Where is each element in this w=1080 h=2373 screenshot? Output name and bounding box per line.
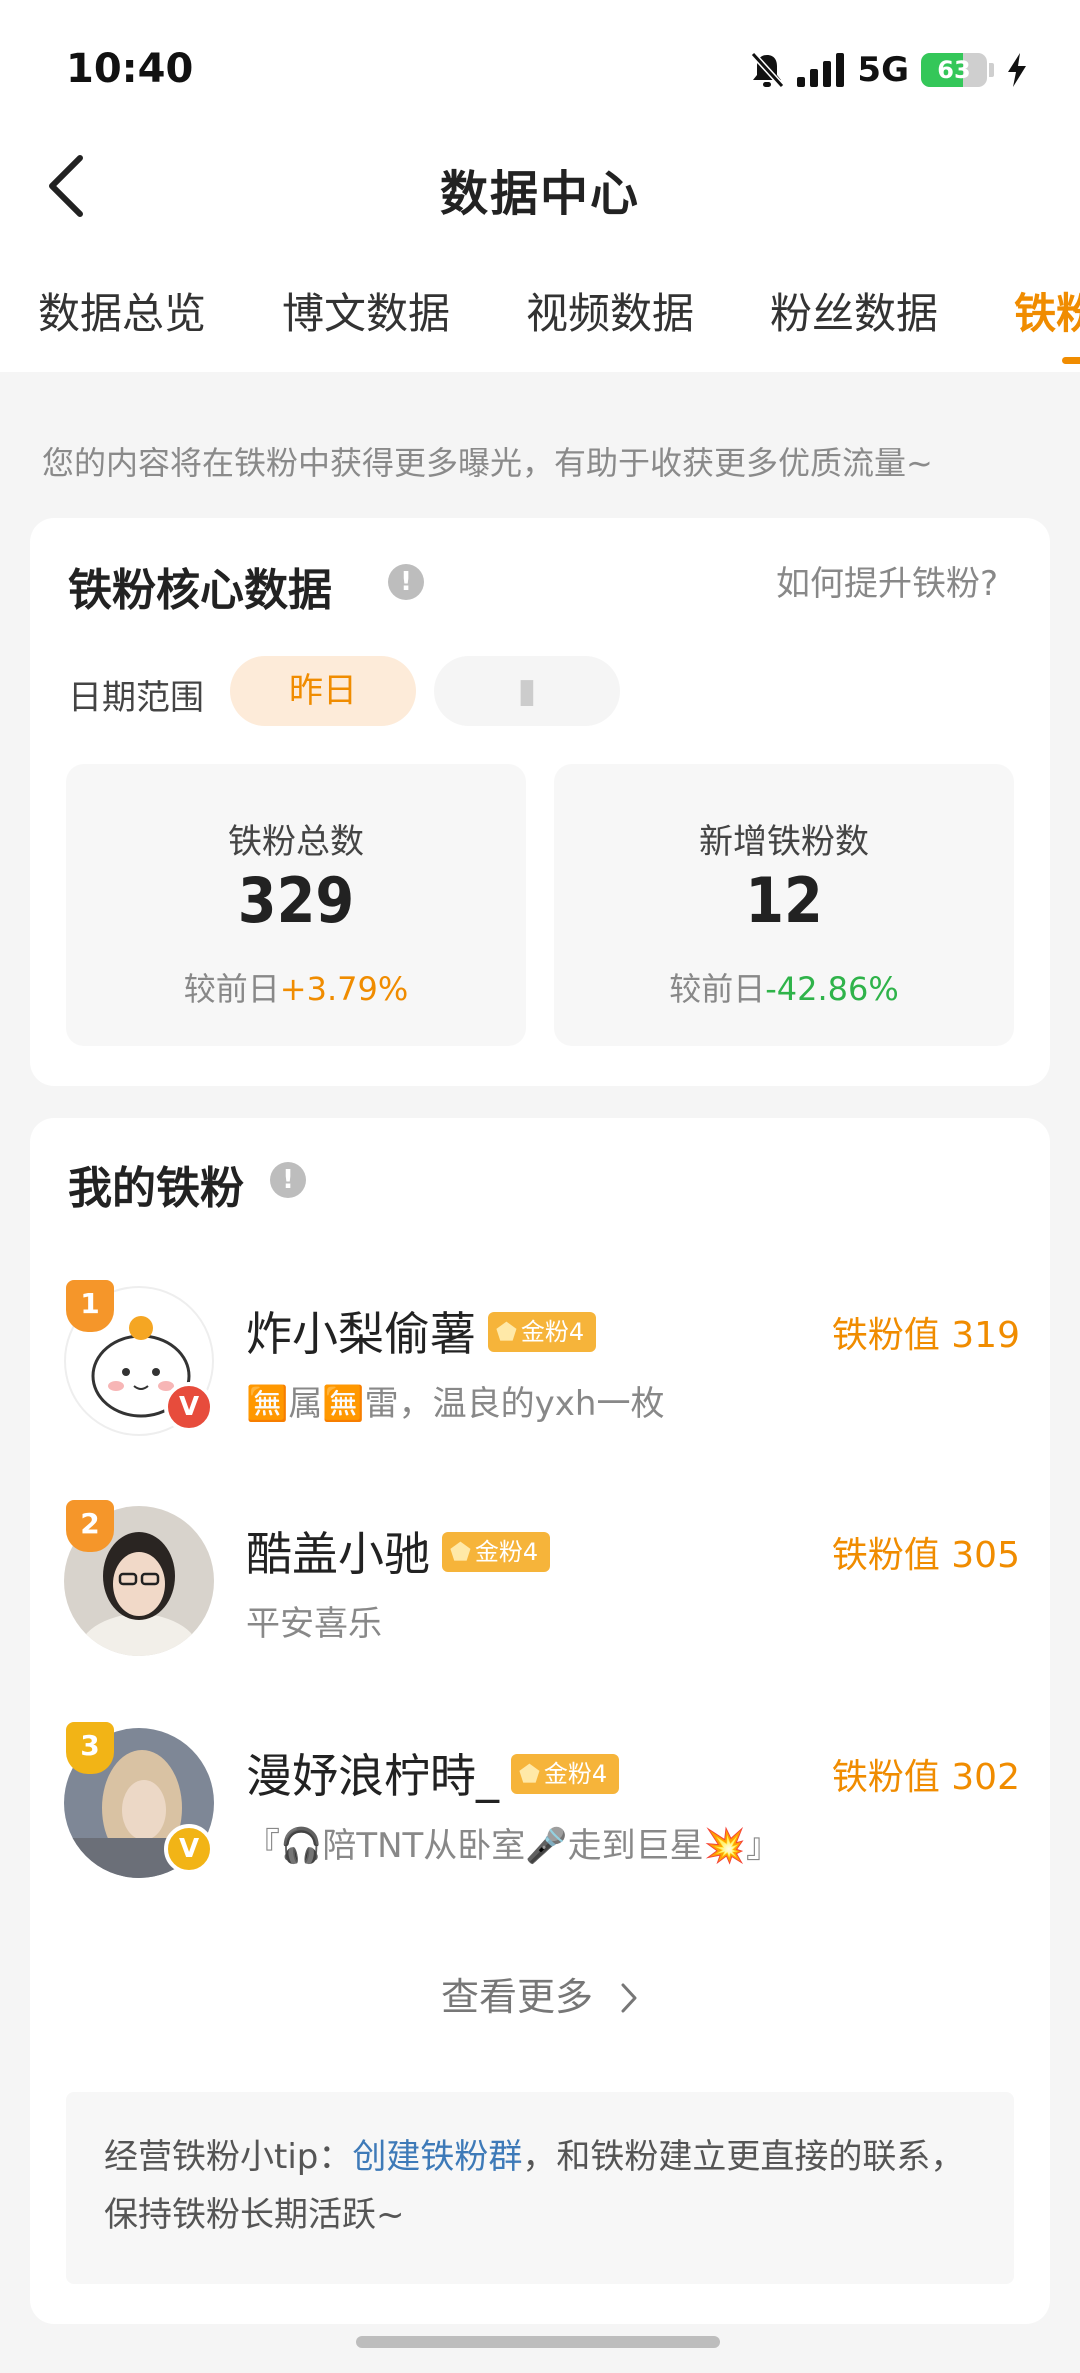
battery-indicator: 63 [921, 53, 987, 87]
rank-badge: 3 [66, 1722, 114, 1774]
fan-level-badge: 金粉4 [442, 1531, 551, 1572]
tip-box: 经营铁粉小tip：创建铁粉群，和铁粉建立更直接的联系，保持铁粉长期活跃~ [66, 2092, 1014, 2284]
chevron-right-icon [621, 1983, 637, 2013]
fan-level-badge: 金粉4 [511, 1753, 620, 1794]
fan-name: 炸小梨偷薯金粉4 [246, 1298, 597, 1364]
charging-bolt-icon [1008, 53, 1026, 87]
compare-prefix: 较前日 [183, 970, 280, 1008]
fan-name-text: 酷盖小驰 [246, 1527, 430, 1581]
core-data-title: 铁粉核心数据 [68, 565, 332, 616]
fan-name-text: 漫妤浪柠時_ [246, 1749, 499, 1803]
fan-level-badge: 金粉4 [488, 1311, 597, 1352]
stat-total-fans: 铁粉总数 329 较前日+3.79% [66, 764, 526, 1046]
battery-level: 63 [937, 56, 971, 84]
page-title: 数据中心 [439, 166, 640, 222]
tip-prefix: 经营铁粉小tip： [104, 2137, 353, 2177]
compare-prefix: 较前日 [669, 970, 766, 1008]
status-bar: 10:40 5G 63 [0, 0, 1080, 140]
verified-badge: V [164, 1382, 214, 1432]
tab-fans[interactable]: 粉丝数据 [770, 280, 938, 350]
fan-bio: 🈚属🈚雷，温良的yxh一枚 [246, 1384, 665, 1424]
info-icon[interactable]: ! [270, 1162, 306, 1198]
bell-muted-icon [751, 51, 785, 89]
signal-icon [797, 53, 845, 87]
rank-badge: 1 [66, 1280, 114, 1332]
info-icon[interactable]: ! [388, 564, 424, 600]
stat-compare: 较前日+3.79% [66, 964, 526, 1010]
tab-iron-fans[interactable]: 铁粉 [1014, 280, 1080, 364]
fan-score: 铁粉值 302 [831, 1757, 1020, 1798]
battery-tip [989, 63, 994, 77]
rank-badge: 2 [66, 1500, 114, 1552]
stat-label: 新增铁粉数 [699, 822, 869, 862]
status-time: 10:40 [66, 46, 194, 92]
home-indicator[interactable] [356, 2336, 720, 2348]
core-data-card: 铁粉核心数据 ! 如何提升铁粉? 日期范围 昨日 ▮ 铁粉总数 329 较前日+… [30, 518, 1050, 1086]
fan-name: 酷盖小驰金粉4 [246, 1518, 551, 1584]
date-chip-yesterday[interactable]: 昨日 [230, 656, 416, 726]
see-more-label: 查看更多 [440, 1975, 593, 2019]
how-to-improve-link[interactable]: 如何提升铁粉? [776, 556, 998, 605]
status-icons: 5G 63 [749, 48, 1028, 92]
change-value: +3.79% [279, 970, 409, 1008]
tab-bar: 数据总览 博文数据 视频数据 粉丝数据 铁粉 [38, 280, 1080, 364]
fan-list-item[interactable]: 3 V 漫妤浪柠時_ 金粉4 『🎧陪TNT从卧室🎤走到巨星💥』 铁粉值 302 [64, 1722, 1020, 1888]
date-chip-other[interactable]: ▮ [434, 656, 620, 726]
stat-label: 铁粉总数 [228, 822, 364, 862]
fan-score: 铁粉值 319 [831, 1315, 1020, 1356]
fan-score: 铁粉值 305 [831, 1535, 1020, 1576]
stat-compare: 较前日-42.86% [554, 964, 1014, 1010]
create-group-link[interactable]: 创建铁粉群 [352, 2137, 522, 2177]
exposure-hint: 您的内容将在铁粉中获得更多曝光，有助于收获更多优质流量~ [42, 444, 933, 482]
tab-posts[interactable]: 博文数据 [282, 280, 450, 350]
date-range-label: 日期范围 [68, 678, 204, 718]
stat-value: 329 [237, 864, 355, 937]
my-fans-card: 我的铁粉 ! 1 V 炸小梨偷薯金粉4 🈚属🈚雷，温良的yxh一枚 铁粉值 31… [30, 1118, 1050, 2324]
fan-name-text: 炸小梨偷薯 [246, 1307, 476, 1361]
fan-bio: 平安喜乐 [246, 1604, 382, 1644]
fan-list-item[interactable]: 2 酷盖小驰金粉4 平安喜乐 铁粉值 305 [64, 1500, 1020, 1666]
tab-videos[interactable]: 视频数据 [526, 280, 694, 350]
see-more-button[interactable]: 查看更多 [30, 1966, 1050, 2021]
fan-bio: 『🎧陪TNT从卧室🎤走到巨星💥』 [246, 1826, 780, 1866]
tab-overview[interactable]: 数据总览 [38, 280, 206, 350]
my-fans-title: 我的铁粉 [68, 1163, 244, 1214]
fan-name: 漫妤浪柠時_ 金粉4 [246, 1740, 620, 1806]
stat-new-fans: 新增铁粉数 12 较前日-42.86% [554, 764, 1014, 1046]
stat-value: 12 [745, 864, 823, 937]
change-value: -42.86% [765, 970, 899, 1008]
network-type: 5G [857, 50, 909, 90]
verified-badge: V [164, 1824, 214, 1874]
fan-list-item[interactable]: 1 V 炸小梨偷薯金粉4 🈚属🈚雷，温良的yxh一枚 铁粉值 319 [64, 1280, 1020, 1446]
